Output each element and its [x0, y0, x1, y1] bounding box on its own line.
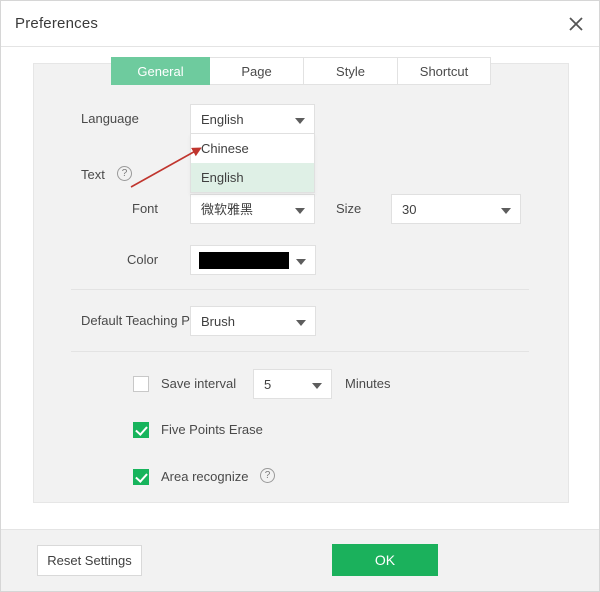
color-select[interactable]	[190, 245, 316, 275]
help-icon[interactable]: ?	[117, 166, 132, 181]
area-recognize-checkbox[interactable]	[133, 469, 149, 485]
dropdown-option-english[interactable]: English	[191, 163, 314, 192]
chevron-down-icon	[295, 208, 305, 214]
language-select-value: English	[201, 112, 244, 127]
dropdown-option-chinese[interactable]: Chinese	[191, 134, 314, 163]
preferences-dialog: Preferences General Page Style Shortcut …	[0, 0, 600, 592]
color-swatch	[199, 252, 289, 269]
tab-shortcut[interactable]: Shortcut	[398, 57, 491, 85]
reset-settings-button[interactable]: Reset Settings	[37, 545, 142, 576]
tab-page[interactable]: Page	[210, 57, 304, 85]
tab-style[interactable]: Style	[304, 57, 398, 85]
help-icon[interactable]: ?	[260, 468, 275, 483]
chevron-down-icon	[296, 320, 306, 326]
size-label: Size	[336, 201, 362, 216]
divider	[71, 289, 529, 290]
save-interval-checkbox[interactable]	[133, 376, 149, 392]
minutes-unit-label: Minutes	[345, 376, 391, 391]
language-label: Language	[81, 111, 139, 126]
font-select[interactable]: 微软雅黑	[190, 194, 315, 224]
font-label: Font	[132, 201, 159, 216]
default-teaching-value: Brush	[201, 314, 235, 329]
tab-bar: General Page Style Shortcut	[111, 57, 491, 85]
five-points-erase-label: Five Points Erase	[161, 422, 263, 437]
text-section-label: Text	[81, 167, 105, 182]
ok-button[interactable]: OK	[332, 544, 438, 576]
five-points-erase-checkbox[interactable]	[133, 422, 149, 438]
chevron-down-icon	[501, 208, 511, 214]
divider	[71, 351, 529, 352]
chevron-down-icon	[296, 259, 306, 265]
save-interval-label: Save interval	[161, 376, 237, 391]
save-interval-value: 5	[264, 377, 272, 392]
page-title: Preferences	[15, 15, 99, 32]
default-teaching-label: Default Teaching P	[81, 313, 190, 328]
size-select-value: 30	[402, 202, 417, 217]
title-bar: Preferences	[1, 1, 599, 47]
close-icon[interactable]	[561, 9, 591, 39]
default-teaching-select[interactable]: Brush	[190, 306, 316, 336]
tab-general[interactable]: General	[111, 57, 210, 85]
chevron-down-icon	[295, 118, 305, 124]
color-label: Color	[127, 252, 159, 267]
area-recognize-label: Area recognize	[161, 469, 249, 484]
size-select[interactable]: 30	[391, 194, 521, 224]
font-select-value: 微软雅黑	[201, 202, 254, 217]
language-dropdown-list: Chinese English	[190, 134, 315, 193]
chevron-down-icon	[312, 383, 322, 389]
language-select[interactable]: English	[190, 104, 315, 134]
save-interval-select[interactable]: 5	[253, 369, 332, 399]
